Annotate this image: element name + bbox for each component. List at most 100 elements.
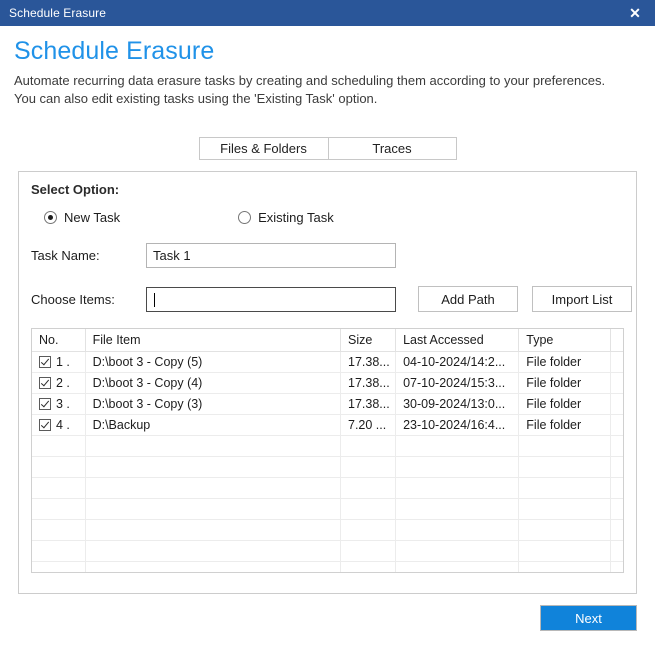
table-row[interactable]: 3 . D:\boot 3 - Copy (3) 17.38... 30-09-202… — [32, 393, 623, 415]
task-name-label: Task Name: — [31, 248, 100, 263]
cell-size: 7.20 ... — [340, 414, 397, 436]
tab-list: Files & Folders Traces — [198, 137, 457, 160]
select-option-panel: Select Option: New Task Existing Task Ta… — [18, 171, 637, 594]
cell-empty — [518, 435, 612, 457]
task-name-row: Task Name: — [31, 243, 636, 268]
cell-empty — [610, 435, 623, 457]
cell-empty — [32, 519, 86, 541]
cell-empty — [32, 456, 86, 478]
cell-empty — [340, 519, 397, 541]
cell-file-item: D:\boot 3 - Copy (5) — [85, 351, 342, 373]
task-name-input[interactable] — [146, 243, 396, 268]
radio-existing-task[interactable]: Existing Task — [238, 210, 334, 225]
tabstrip: Files & Folders Traces — [0, 137, 655, 160]
cell-empty — [395, 561, 520, 572]
cell-empty — [395, 498, 520, 520]
table-body: 1 . D:\boot 3 - Copy (5) 17.38... 04-10-202… — [32, 351, 623, 572]
cell-empty — [610, 477, 623, 499]
cell-size: 17.38... — [340, 351, 397, 373]
cell-empty — [395, 456, 520, 478]
cell-type: File folder — [518, 372, 612, 394]
row-number: 3 . — [56, 397, 70, 411]
cell-pad — [610, 414, 623, 436]
footer: Next — [0, 594, 655, 651]
radio-new-task[interactable]: New Task — [44, 210, 120, 225]
cell-last-accessed: 04-10-2024/14:2... — [395, 351, 520, 373]
cell-empty — [518, 519, 612, 541]
cell-empty — [395, 540, 520, 562]
cell-empty — [85, 498, 342, 520]
cell-empty — [610, 498, 623, 520]
cell-last-accessed: 07-10-2024/15:3... — [395, 372, 520, 394]
page-subtitle-line1: Automate recurring data erasure tasks by… — [14, 73, 606, 88]
close-icon[interactable]: ✕ — [615, 0, 655, 26]
table-row[interactable]: 4 . D:\Backup 7.20 ... 23-10-2024/16:4... Fi… — [32, 414, 623, 436]
table-row-empty[interactable] — [32, 540, 623, 562]
cell-empty — [610, 561, 623, 572]
cell-empty — [340, 477, 397, 499]
cell-empty — [518, 561, 612, 572]
cell-no: 1 . — [32, 351, 86, 373]
choose-items-input[interactable] — [146, 286, 396, 312]
cell-empty — [32, 435, 86, 457]
table-row-empty[interactable] — [32, 477, 623, 499]
column-header-size[interactable]: Size — [340, 329, 397, 352]
cell-type: File folder — [518, 414, 612, 436]
radio-mark-icon — [44, 211, 57, 224]
cell-no: 2 . — [32, 372, 86, 394]
row-checkbox[interactable] — [39, 398, 51, 410]
table-row-empty[interactable] — [32, 498, 623, 520]
tab-traces[interactable]: Traces — [327, 138, 456, 159]
cell-last-accessed: 30-09-2024/13:0... — [395, 393, 520, 415]
radio-new-task-label: New Task — [64, 210, 121, 225]
tab-files-and-folders[interactable]: Files & Folders — [199, 138, 328, 159]
cell-last-accessed: 23-10-2024/16:4... — [395, 414, 520, 436]
cell-empty — [395, 519, 520, 541]
column-header-file-item[interactable]: File Item — [85, 329, 342, 352]
table-row[interactable]: 2 . D:\boot 3 - Copy (4) 17.38... 07-10-202… — [32, 372, 623, 394]
table-row[interactable]: 1 . D:\boot 3 - Copy (5) 17.38... 04-10-202… — [32, 351, 623, 373]
cell-no: 3 . — [32, 393, 86, 415]
column-header-last-accessed[interactable]: Last Accessed — [395, 329, 520, 352]
cell-pad — [610, 393, 623, 415]
table-row-empty[interactable] — [32, 456, 623, 478]
cell-file-item: D:\Backup — [85, 414, 342, 436]
cell-type: File folder — [518, 351, 612, 373]
cell-empty — [85, 477, 342, 499]
file-item-table[interactable]: No. File Item Size Last Accessed Type 1 … — [31, 328, 624, 573]
cell-empty — [610, 456, 623, 478]
radio-mark-icon — [238, 211, 252, 224]
table-header-row: No. File Item Size Last Accessed Type — [32, 329, 623, 352]
row-checkbox[interactable] — [39, 419, 51, 431]
cell-empty — [610, 540, 623, 562]
cell-empty — [340, 561, 397, 572]
cell-empty — [85, 540, 342, 562]
table-row-empty[interactable] — [32, 519, 623, 541]
choose-items-label: Choose Items: — [31, 291, 115, 307]
import-list-button[interactable]: Import List — [532, 286, 632, 312]
cell-size: 17.38... — [340, 393, 397, 415]
row-checkbox[interactable] — [39, 356, 51, 368]
column-header-no[interactable]: No. — [32, 329, 86, 352]
cell-file-item: D:\boot 3 - Copy (3) — [85, 393, 342, 415]
radio-existing-task-label: Existing Task — [258, 210, 334, 225]
cell-empty — [32, 561, 86, 572]
cell-empty — [610, 519, 623, 541]
next-button[interactable]: Next — [540, 605, 637, 631]
cell-empty — [518, 540, 612, 562]
cell-empty — [395, 435, 520, 457]
cell-empty — [340, 498, 397, 520]
row-checkbox[interactable] — [39, 377, 51, 389]
task-mode-radio-group: New Task Existing Task — [44, 210, 636, 225]
table-row-empty[interactable] — [32, 561, 623, 572]
header: Schedule Erasure Automate recurring data… — [0, 26, 655, 108]
cell-empty — [85, 456, 342, 478]
column-header-type[interactable]: Type — [518, 329, 612, 352]
table-row-empty[interactable] — [32, 435, 623, 457]
cell-empty — [340, 435, 397, 457]
column-header-pad — [610, 329, 623, 352]
cell-empty — [85, 435, 342, 457]
page-title: Schedule Erasure — [14, 37, 215, 65]
cell-empty — [85, 519, 342, 541]
add-path-button[interactable]: Add Path — [418, 286, 518, 312]
